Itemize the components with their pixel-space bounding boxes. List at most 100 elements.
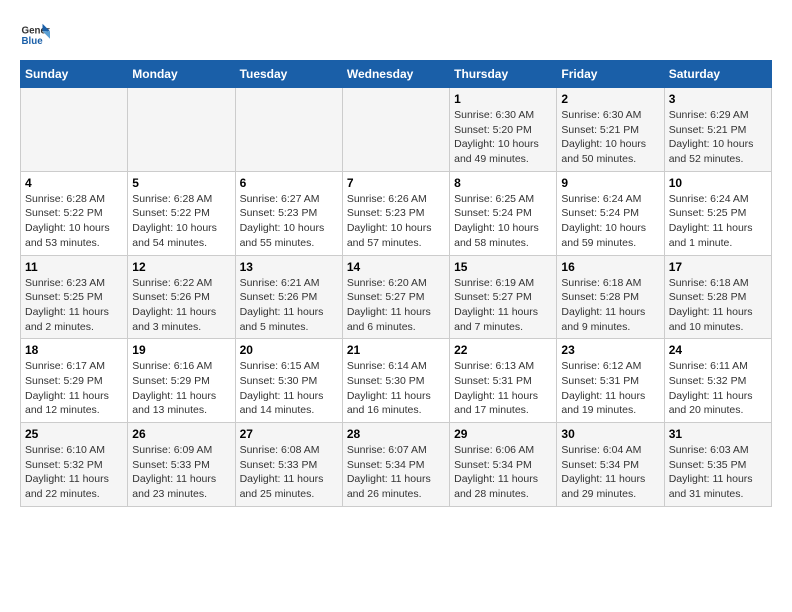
day-cell: 14 Sunrise: 6:20 AMSunset: 5:27 PMDayligh… — [342, 255, 449, 339]
day-number: 12 — [132, 260, 230, 274]
day-cell: 20 Sunrise: 6:15 AMSunset: 5:30 PMDayligh… — [235, 339, 342, 423]
day-cell: 8Sunrise: 6:25 AMSunset: 5:24 PMDaylight… — [450, 171, 557, 255]
day-cell: 10 Sunrise: 6:24 AMSunset: 5:25 PMDayligh… — [664, 171, 771, 255]
column-header-monday: Monday — [128, 61, 235, 88]
day-number: 14 — [347, 260, 445, 274]
day-cell: 1 Sunrise: 6:30 AMSunset: 5:20 PMDaylight… — [450, 88, 557, 172]
day-info: Sunrise: 6:08 AMSunset: 5:33 PMDaylight:… — [240, 443, 338, 502]
day-info: Sunrise: 6:19 AMSunset: 5:27 PMDaylight:… — [454, 276, 552, 335]
page-header: General Blue — [20, 20, 772, 50]
day-cell: 30 Sunrise: 6:04 AMSunset: 5:34 PMDayligh… — [557, 423, 664, 507]
day-number: 23 — [561, 343, 659, 357]
day-number: 20 — [240, 343, 338, 357]
day-number: 29 — [454, 427, 552, 441]
day-cell: 24 Sunrise: 6:11 AMSunset: 5:32 PMDayligh… — [664, 339, 771, 423]
day-cell: 31Sunrise: 6:03 AMSunset: 5:35 PMDayligh… — [664, 423, 771, 507]
day-number: 1 — [454, 92, 552, 106]
calendar-header-row: SundayMondayTuesdayWednesdayThursdayFrid… — [21, 61, 772, 88]
day-info: Sunrise: 6:25 AMSunset: 5:24 PMDaylight:… — [454, 192, 552, 251]
day-cell: 2Sunrise: 6:30 AMSunset: 5:21 PMDaylight… — [557, 88, 664, 172]
day-info: Sunrise: 6:13 AMSunset: 5:31 PMDaylight:… — [454, 359, 552, 418]
day-number: 21 — [347, 343, 445, 357]
day-cell — [342, 88, 449, 172]
day-cell: 21 Sunrise: 6:14 AMSunset: 5:30 PMDayligh… — [342, 339, 449, 423]
day-number: 17 — [669, 260, 767, 274]
day-cell: 22 Sunrise: 6:13 AMSunset: 5:31 PMDayligh… — [450, 339, 557, 423]
day-info: Sunrise: 6:18 AMSunset: 5:28 PMDaylight:… — [669, 276, 767, 335]
week-row-3: 11 Sunrise: 6:23 AMSunset: 5:25 PMDayligh… — [21, 255, 772, 339]
day-number: 5 — [132, 176, 230, 190]
day-cell — [235, 88, 342, 172]
day-cell — [21, 88, 128, 172]
day-info: Sunrise: 6:29 AMSunset: 5:21 PMDaylight:… — [669, 108, 767, 167]
day-info: Sunrise: 6:22 AMSunset: 5:26 PMDaylight:… — [132, 276, 230, 335]
day-number: 4 — [25, 176, 123, 190]
day-cell: 3 Sunrise: 6:29 AMSunset: 5:21 PMDaylight… — [664, 88, 771, 172]
week-row-5: 25Sunrise: 6:10 AMSunset: 5:32 PMDayligh… — [21, 423, 772, 507]
day-number: 26 — [132, 427, 230, 441]
day-number: 3 — [669, 92, 767, 106]
day-info: Sunrise: 6:17 AMSunset: 5:29 PMDaylight:… — [25, 359, 123, 418]
day-cell: 19Sunrise: 6:16 AMSunset: 5:29 PMDayligh… — [128, 339, 235, 423]
day-info: Sunrise: 6:14 AMSunset: 5:30 PMDaylight:… — [347, 359, 445, 418]
column-header-tuesday: Tuesday — [235, 61, 342, 88]
day-number: 13 — [240, 260, 338, 274]
day-info: Sunrise: 6:24 AMSunset: 5:24 PMDaylight:… — [561, 192, 659, 251]
day-cell: 6 Sunrise: 6:27 AMSunset: 5:23 PMDaylight… — [235, 171, 342, 255]
day-info: Sunrise: 6:24 AMSunset: 5:25 PMDaylight:… — [669, 192, 767, 251]
day-cell: 9 Sunrise: 6:24 AMSunset: 5:24 PMDaylight… — [557, 171, 664, 255]
day-info: Sunrise: 6:28 AMSunset: 5:22 PMDaylight:… — [25, 192, 123, 251]
day-info: Sunrise: 6:28 AMSunset: 5:22 PMDaylight:… — [132, 192, 230, 251]
day-cell: 12 Sunrise: 6:22 AMSunset: 5:26 PMDayligh… — [128, 255, 235, 339]
day-cell — [128, 88, 235, 172]
calendar-table: SundayMondayTuesdayWednesdayThursdayFrid… — [20, 60, 772, 507]
day-info: Sunrise: 6:26 AMSunset: 5:23 PMDaylight:… — [347, 192, 445, 251]
column-header-saturday: Saturday — [664, 61, 771, 88]
column-header-thursday: Thursday — [450, 61, 557, 88]
day-cell: 17 Sunrise: 6:18 AMSunset: 5:28 PMDayligh… — [664, 255, 771, 339]
day-number: 22 — [454, 343, 552, 357]
day-info: Sunrise: 6:30 AMSunset: 5:21 PMDaylight:… — [561, 108, 659, 167]
week-row-4: 18 Sunrise: 6:17 AMSunset: 5:29 PMDayligh… — [21, 339, 772, 423]
svg-text:Blue: Blue — [22, 36, 44, 47]
day-info: Sunrise: 6:18 AMSunset: 5:28 PMDaylight:… — [561, 276, 659, 335]
day-info: Sunrise: 6:16 AMSunset: 5:29 PMDaylight:… — [132, 359, 230, 418]
column-header-friday: Friday — [557, 61, 664, 88]
day-number: 28 — [347, 427, 445, 441]
column-header-wednesday: Wednesday — [342, 61, 449, 88]
day-info: Sunrise: 6:09 AMSunset: 5:33 PMDaylight:… — [132, 443, 230, 502]
logo-icon: General Blue — [20, 20, 50, 50]
day-info: Sunrise: 6:30 AMSunset: 5:20 PMDaylight:… — [454, 108, 552, 167]
day-number: 10 — [669, 176, 767, 190]
day-info: Sunrise: 6:23 AMSunset: 5:25 PMDaylight:… — [25, 276, 123, 335]
day-cell: 16 Sunrise: 6:18 AMSunset: 5:28 PMDayligh… — [557, 255, 664, 339]
day-info: Sunrise: 6:06 AMSunset: 5:34 PMDaylight:… — [454, 443, 552, 502]
day-number: 27 — [240, 427, 338, 441]
day-info: Sunrise: 6:04 AMSunset: 5:34 PMDaylight:… — [561, 443, 659, 502]
column-header-sunday: Sunday — [21, 61, 128, 88]
day-info: Sunrise: 6:20 AMSunset: 5:27 PMDaylight:… — [347, 276, 445, 335]
day-number: 25 — [25, 427, 123, 441]
day-info: Sunrise: 6:15 AMSunset: 5:30 PMDaylight:… — [240, 359, 338, 418]
day-cell: 18 Sunrise: 6:17 AMSunset: 5:29 PMDayligh… — [21, 339, 128, 423]
week-row-1: 1 Sunrise: 6:30 AMSunset: 5:20 PMDaylight… — [21, 88, 772, 172]
logo: General Blue — [20, 20, 54, 50]
day-info: Sunrise: 6:27 AMSunset: 5:23 PMDaylight:… — [240, 192, 338, 251]
day-cell: 29 Sunrise: 6:06 AMSunset: 5:34 PMDayligh… — [450, 423, 557, 507]
day-number: 7 — [347, 176, 445, 190]
day-number: 30 — [561, 427, 659, 441]
day-cell: 23 Sunrise: 6:12 AMSunset: 5:31 PMDayligh… — [557, 339, 664, 423]
day-number: 18 — [25, 343, 123, 357]
day-info: Sunrise: 6:03 AMSunset: 5:35 PMDaylight:… — [669, 443, 767, 502]
day-number: 6 — [240, 176, 338, 190]
day-number: 9 — [561, 176, 659, 190]
day-info: Sunrise: 6:11 AMSunset: 5:32 PMDaylight:… — [669, 359, 767, 418]
day-info: Sunrise: 6:12 AMSunset: 5:31 PMDaylight:… — [561, 359, 659, 418]
day-number: 11 — [25, 260, 123, 274]
day-number: 16 — [561, 260, 659, 274]
day-number: 24 — [669, 343, 767, 357]
week-row-2: 4 Sunrise: 6:28 AMSunset: 5:22 PMDaylight… — [21, 171, 772, 255]
day-number: 15 — [454, 260, 552, 274]
day-cell: 28Sunrise: 6:07 AMSunset: 5:34 PMDayligh… — [342, 423, 449, 507]
day-cell: 27 Sunrise: 6:08 AMSunset: 5:33 PMDayligh… — [235, 423, 342, 507]
